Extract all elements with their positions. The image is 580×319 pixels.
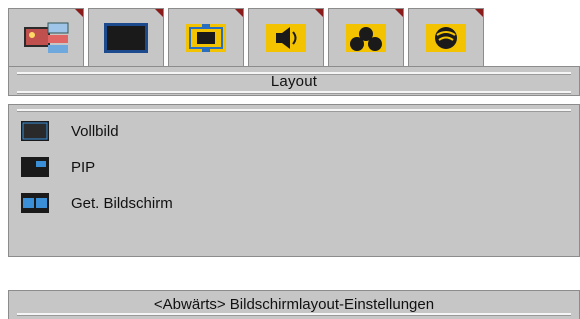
split-screen-layout-icon [21, 193, 49, 213]
option-get-bildschirm[interactable]: Get. Bildschirm [9, 185, 579, 221]
audio-speaker-icon [266, 23, 306, 52]
menu-title: Layout [270, 73, 318, 90]
option-label: PIP [71, 158, 96, 176]
tab-layout[interactable] [168, 8, 244, 66]
pip-layout-icon [21, 157, 49, 177]
fullscreen-layout-icon [21, 121, 49, 141]
option-vollbild[interactable]: Vollbild [9, 113, 579, 149]
menu-title-bar: Layout [8, 66, 580, 96]
hint-bar: <Abwärts> Bildschirmlayout-Einstellungen [8, 290, 580, 319]
network-globe-icon [426, 23, 466, 52]
hint-text: <Abwärts> Bildschirmlayout-Einstellungen [153, 296, 435, 313]
picture-settings-icon [24, 22, 69, 53]
divider [17, 91, 571, 93]
layout-options-panel: Vollbild PIP Get. Bildschirm [8, 104, 580, 257]
option-label: Vollbild [71, 122, 119, 140]
tab-screen[interactable] [88, 8, 164, 66]
layout-icon [186, 23, 226, 52]
tab-picture[interactable] [8, 8, 84, 66]
option-pip[interactable]: PIP [9, 149, 579, 185]
option-label: Get. Bildschirm [71, 194, 173, 212]
divider [17, 313, 571, 315]
tab-audio[interactable] [248, 8, 324, 66]
tab-network[interactable] [408, 8, 484, 66]
screen-icon [104, 22, 148, 53]
tab-strip [8, 8, 580, 66]
three-circles-icon [346, 23, 386, 52]
tab-options[interactable] [328, 8, 404, 66]
